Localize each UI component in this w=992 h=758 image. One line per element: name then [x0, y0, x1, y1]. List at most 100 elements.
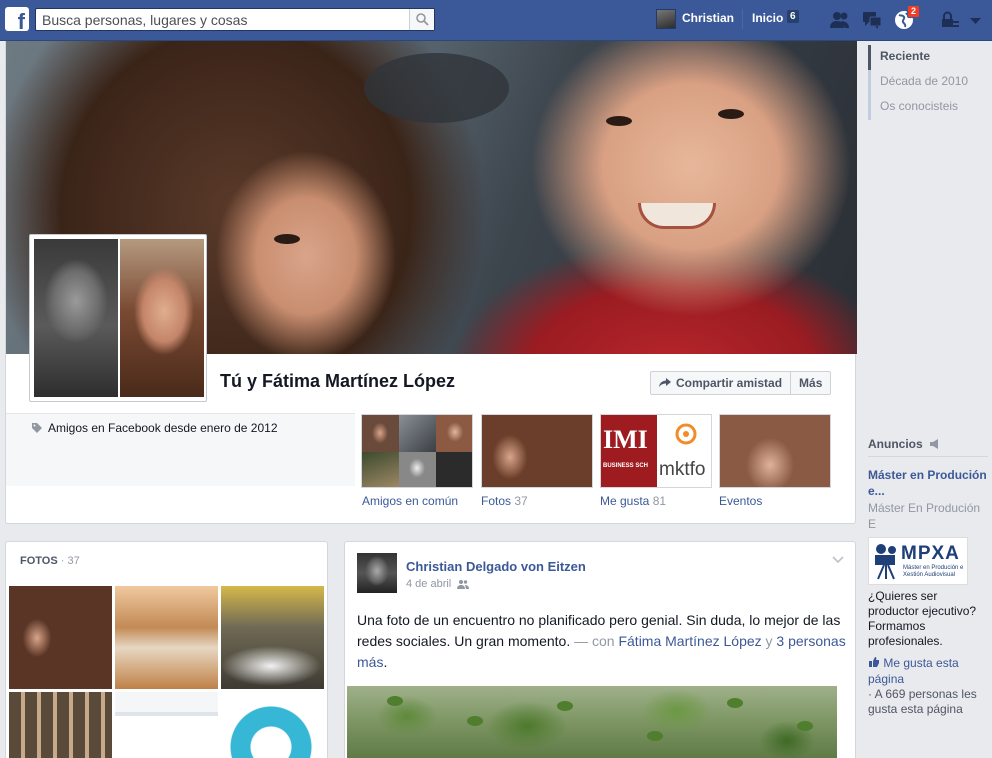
user-avatar[interactable] — [656, 9, 676, 29]
home-link[interactable]: Inicio — [752, 11, 783, 25]
search-icon — [416, 13, 429, 26]
likes-tile[interactable]: IMI BUSINESS SCH mktfo — [600, 414, 712, 488]
photos-heading[interactable]: FOTOS · 37 — [20, 555, 80, 567]
friend-requests-icon[interactable] — [829, 9, 851, 31]
tagged-person-link[interactable]: Fátima Martínez López — [618, 633, 761, 649]
post-card: Christian Delgado von Eitzen 4 de abril … — [344, 541, 856, 758]
home-count-badge: 6 — [787, 10, 799, 23]
timeline-nav-item-recent[interactable]: Reciente — [868, 45, 968, 70]
messages-icon[interactable] — [861, 9, 883, 31]
post-photo-detail — [647, 731, 663, 741]
search-button[interactable] — [409, 9, 434, 30]
friendship-card: Tú y Fátima Martínez López Compartir ami… — [5, 41, 857, 524]
post-and-label: y — [765, 633, 773, 649]
notifications-badge: 2 — [907, 5, 921, 18]
profile-pictures — [29, 234, 207, 402]
audience-friends-icon[interactable] — [457, 579, 470, 589]
post-date: 4 de abril — [406, 578, 470, 590]
friends-since-text: Amigos en Facebook desde enero de 2012 — [48, 421, 278, 435]
profile-picture-fatima[interactable] — [120, 239, 204, 397]
share-friendship-label: Compartir amistad — [676, 376, 783, 390]
post-author-link[interactable]: Christian Delgado von Eitzen — [406, 559, 586, 574]
post-text: Una foto de un encuentro no planificado … — [357, 610, 849, 673]
events-link[interactable]: Eventos — [719, 494, 762, 508]
imi-logo-text: IMI — [603, 425, 648, 454]
tag-icon — [32, 423, 42, 433]
friend-thumbnail — [362, 415, 399, 452]
photos-heading-count: · 37 — [60, 555, 80, 567]
cover-photo-detail — [718, 109, 744, 119]
photo-thumbnail[interactable] — [221, 692, 324, 758]
post-photo-detail — [467, 716, 483, 726]
mktfo-logo-icon — [675, 423, 697, 445]
search-box — [35, 8, 435, 31]
friend-thumbnail — [362, 452, 399, 487]
photos-count: 37 — [514, 494, 528, 508]
friend-thumbnail — [399, 452, 436, 487]
ad-like-page-link[interactable]: Me gusta esta página — [868, 655, 978, 687]
post-photo-detail — [387, 696, 403, 706]
search-input[interactable] — [36, 9, 406, 30]
photo-thumbnail[interactable] — [9, 692, 112, 758]
photos-card: FOTOS · 37 — [5, 541, 328, 758]
imi-logo-subtitle: BUSINESS SCH — [603, 463, 649, 469]
events-label: Eventos — [719, 494, 763, 508]
photo-thumbnail[interactable] — [9, 586, 112, 689]
ad-subtitle: Máster En Produción E — [868, 501, 981, 531]
post-date-link[interactable]: 4 de abril — [406, 578, 451, 590]
right-column: Reciente Década de 2010 Os conocisteis A… — [856, 41, 992, 758]
friend-thumbnail — [436, 415, 472, 452]
photo-thumbnail[interactable] — [115, 586, 218, 689]
photos-link[interactable]: Fotos 37 — [481, 494, 528, 508]
profile-picture-christian[interactable] — [34, 239, 118, 397]
cover-photo-detail — [274, 234, 300, 244]
more-button[interactable]: Más — [791, 372, 830, 394]
post-photo-detail — [557, 701, 573, 711]
events-tile[interactable] — [719, 414, 831, 488]
likes-link[interactable]: Me gusta 81 — [600, 494, 666, 508]
timeline-nav-item-met[interactable]: Os conocisteis — [871, 95, 968, 120]
ad-title-link[interactable]: Máster en Produción e... — [868, 467, 988, 499]
mutual-friends-label: Amigos en común — [362, 494, 459, 508]
photo-thumbnail[interactable] — [115, 692, 218, 758]
post-with-label: — con — [574, 633, 615, 649]
page-title: Tú y Fátima Martínez López — [220, 371, 456, 391]
photos-tile[interactable] — [481, 414, 593, 488]
ads-heading-label: Anuncios — [868, 437, 923, 451]
cover-photo-detail — [638, 203, 716, 229]
ad-logo-text: MPXA — [901, 543, 960, 564]
post-options-chevron-icon[interactable] — [832, 556, 844, 564]
imi-logo: IMI BUSINESS SCH — [601, 415, 657, 487]
mutual-friends-tile[interactable] — [361, 414, 473, 488]
user-name-link[interactable]: Christian — [682, 11, 734, 25]
post-author-avatar[interactable] — [357, 553, 397, 593]
action-buttons: Compartir amistad Más — [650, 371, 832, 395]
ads-heading: Anuncios — [868, 437, 941, 451]
settings-dropdown-icon[interactable] — [965, 9, 987, 31]
ad-image[interactable]: MPXA Máster en Produción e Xestión Audio… — [868, 537, 968, 585]
friends-since: Amigos en Facebook desde enero de 2012 — [32, 421, 278, 435]
timeline-nav: Reciente Década de 2010 Os conocisteis — [868, 45, 968, 120]
photo-thumbnail[interactable] — [221, 586, 324, 689]
timeline-nav-item-decade[interactable]: Década de 2010 — [871, 70, 968, 95]
megaphone-icon[interactable] — [929, 439, 941, 449]
top-bar: f Christian Inicio 6 2 — [0, 0, 992, 41]
mktfo-logo-text: mktfo — [659, 459, 706, 480]
post-photo-detail — [797, 721, 813, 731]
share-friendship-button[interactable]: Compartir amistad — [651, 372, 792, 394]
likes-count: 81 — [652, 494, 667, 508]
ad-like-label: Me gusta esta página — [868, 656, 959, 686]
share-arrow-icon — [659, 378, 671, 387]
post-end: . — [383, 654, 388, 670]
facebook-logo[interactable]: f — [5, 7, 29, 31]
mutual-friends-link[interactable]: Amigos en común — [362, 494, 458, 508]
post-photo[interactable] — [347, 686, 837, 758]
friend-thumbnail — [436, 452, 472, 487]
camera-logo-icon — [875, 544, 896, 580]
thumbs-up-icon — [869, 657, 879, 667]
cover-photo-detail — [364, 53, 509, 123]
privacy-lock-icon[interactable] — [939, 9, 961, 31]
post-photo-detail — [727, 698, 743, 708]
ad-logo-subtitle: Máster en Produción e Xestión Audiovisua… — [903, 565, 964, 578]
likes-label: Me gusta — [600, 494, 650, 508]
